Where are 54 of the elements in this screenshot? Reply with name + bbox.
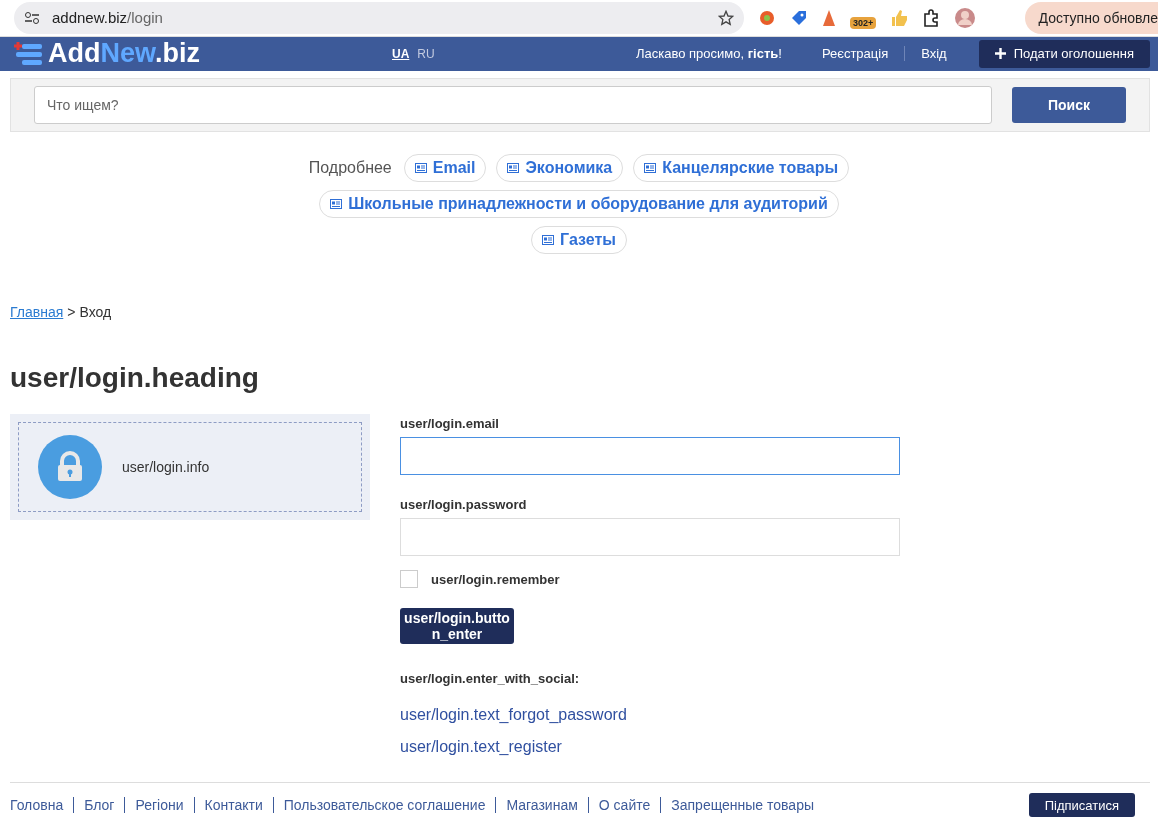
footer-link[interactable]: Запрещенные товары <box>660 797 824 813</box>
footer-link[interactable]: О сайте <box>587 797 661 813</box>
tag-icon[interactable] <box>790 8 808 27</box>
plus-icon <box>994 48 1006 60</box>
remember-checkbox[interactable] <box>400 570 418 588</box>
header-link[interactable]: Вхід <box>904 46 963 62</box>
list-icon <box>414 163 427 173</box>
related-label: Подробнее <box>308 159 392 177</box>
lock-icon <box>38 435 102 499</box>
welcome-text: Ласкаво просимо, гість! <box>635 46 782 62</box>
field-label: user/login.email <box>400 416 500 431</box>
search-button[interactable]: Поиск <box>1012 87 1126 123</box>
extension-icon[interactable] <box>822 8 836 27</box>
puzzle-icon[interactable] <box>922 8 941 27</box>
subscribe-button[interactable]: Підписатися <box>1028 793 1135 817</box>
input-field[interactable] <box>400 437 900 475</box>
avatar-icon[interactable] <box>954 6 977 29</box>
footer-link[interactable]: Пользовательское соглашение <box>272 797 496 813</box>
search-field[interactable]: Что ищем? <box>34 86 992 124</box>
footer-link[interactable]: Магазинам <box>495 797 588 813</box>
footer-link[interactable]: Регіони <box>124 797 194 813</box>
list-icon <box>330 199 343 209</box>
language-link[interactable]: RU <box>417 46 435 61</box>
thumbs-up-icon[interactable] <box>890 8 909 27</box>
login-button[interactable]: user/login.button_enter <box>400 608 514 644</box>
field-label: user/login.password <box>400 497 528 512</box>
post-ad-button[interactable]: Подати оголошення <box>978 39 1150 68</box>
list-icon <box>644 163 657 173</box>
url-text: /login <box>127 9 164 27</box>
form-link[interactable]: user/login.text_forgot_password <box>400 706 900 724</box>
logo-text: AddNew.biz <box>48 38 200 70</box>
update-button[interactable]: Доступно обновле <box>1024 1 1158 34</box>
footer-link[interactable]: Головна <box>10 797 74 813</box>
star-icon[interactable] <box>718 9 734 26</box>
site-settings-icon <box>24 10 40 25</box>
social-login-label: user/login.enter_with_social: <box>400 671 581 686</box>
count-badge[interactable]: 302+ <box>850 16 877 29</box>
list-icon <box>542 235 555 245</box>
address-bar[interactable]: addnew.biz/login <box>14 1 744 34</box>
breadcrumb-link[interactable]: Главная <box>10 304 64 320</box>
info-text: user/login.info <box>122 459 210 475</box>
header-link[interactable]: Реєстрація <box>805 46 905 62</box>
footer-link[interactable]: Контакти <box>193 797 273 813</box>
logo-icon <box>12 39 44 68</box>
checkbox-label: user/login.remember <box>431 571 560 587</box>
breadcrumb-current: Вход <box>79 304 112 320</box>
url-text: addnew.biz <box>52 9 128 27</box>
list-icon <box>507 163 520 173</box>
form-link[interactable]: user/login.text_register <box>400 738 900 756</box>
extension-icon[interactable] <box>758 8 776 27</box>
language-link[interactable]: UA <box>392 46 410 61</box>
page-heading: user/login.heading <box>10 362 260 394</box>
breadcrumb-separator: > <box>67 304 76 320</box>
footer-link[interactable]: Блог <box>73 797 125 813</box>
